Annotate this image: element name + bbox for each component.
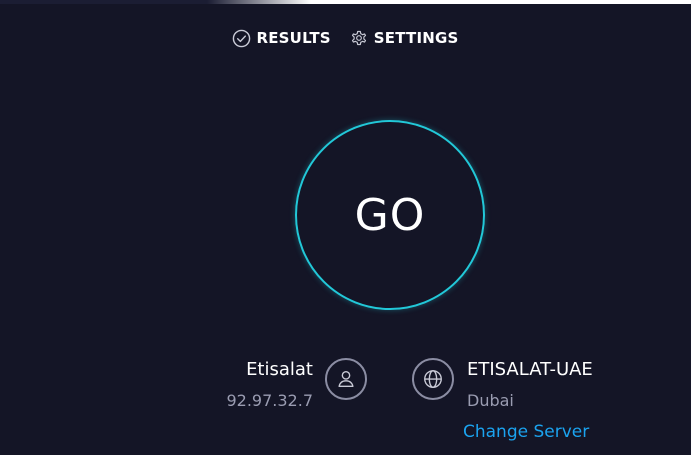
results-label: RESULTS (256, 29, 331, 47)
settings-label: SETTINGS (373, 29, 459, 47)
isp-info: Etisalat 92.97.32.7 (226, 358, 313, 410)
go-button[interactable]: GO (295, 120, 485, 310)
settings-tab[interactable]: SETTINGS (349, 28, 459, 48)
globe-icon (412, 358, 454, 400)
check-circle-icon (232, 29, 251, 48)
results-tab[interactable]: RESULTS (232, 28, 331, 48)
top-nav: RESULTS SETTINGS (0, 28, 691, 48)
gear-icon (349, 28, 369, 48)
server-info: ETISALAT-UAE Dubai (467, 358, 593, 410)
isp-ip-address: 92.97.32.7 (226, 391, 313, 410)
server-location: Dubai (467, 391, 514, 410)
isp-name: Etisalat (246, 359, 313, 380)
change-server-link[interactable]: Change Server (463, 422, 589, 442)
user-icon (325, 358, 367, 400)
go-label: GO (354, 189, 426, 241)
server-name: ETISALAT-UAE (467, 359, 593, 380)
browser-top-strip (0, 0, 691, 4)
